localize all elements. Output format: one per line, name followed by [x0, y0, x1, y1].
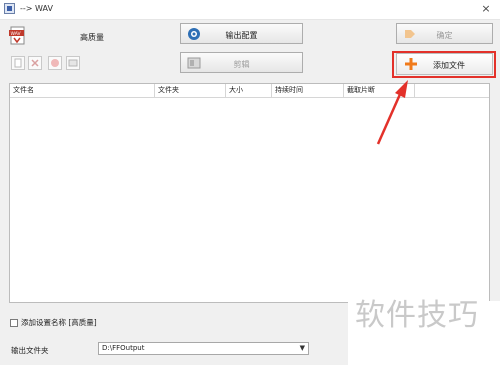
watermark-text: 软件技巧 [355, 298, 479, 333]
